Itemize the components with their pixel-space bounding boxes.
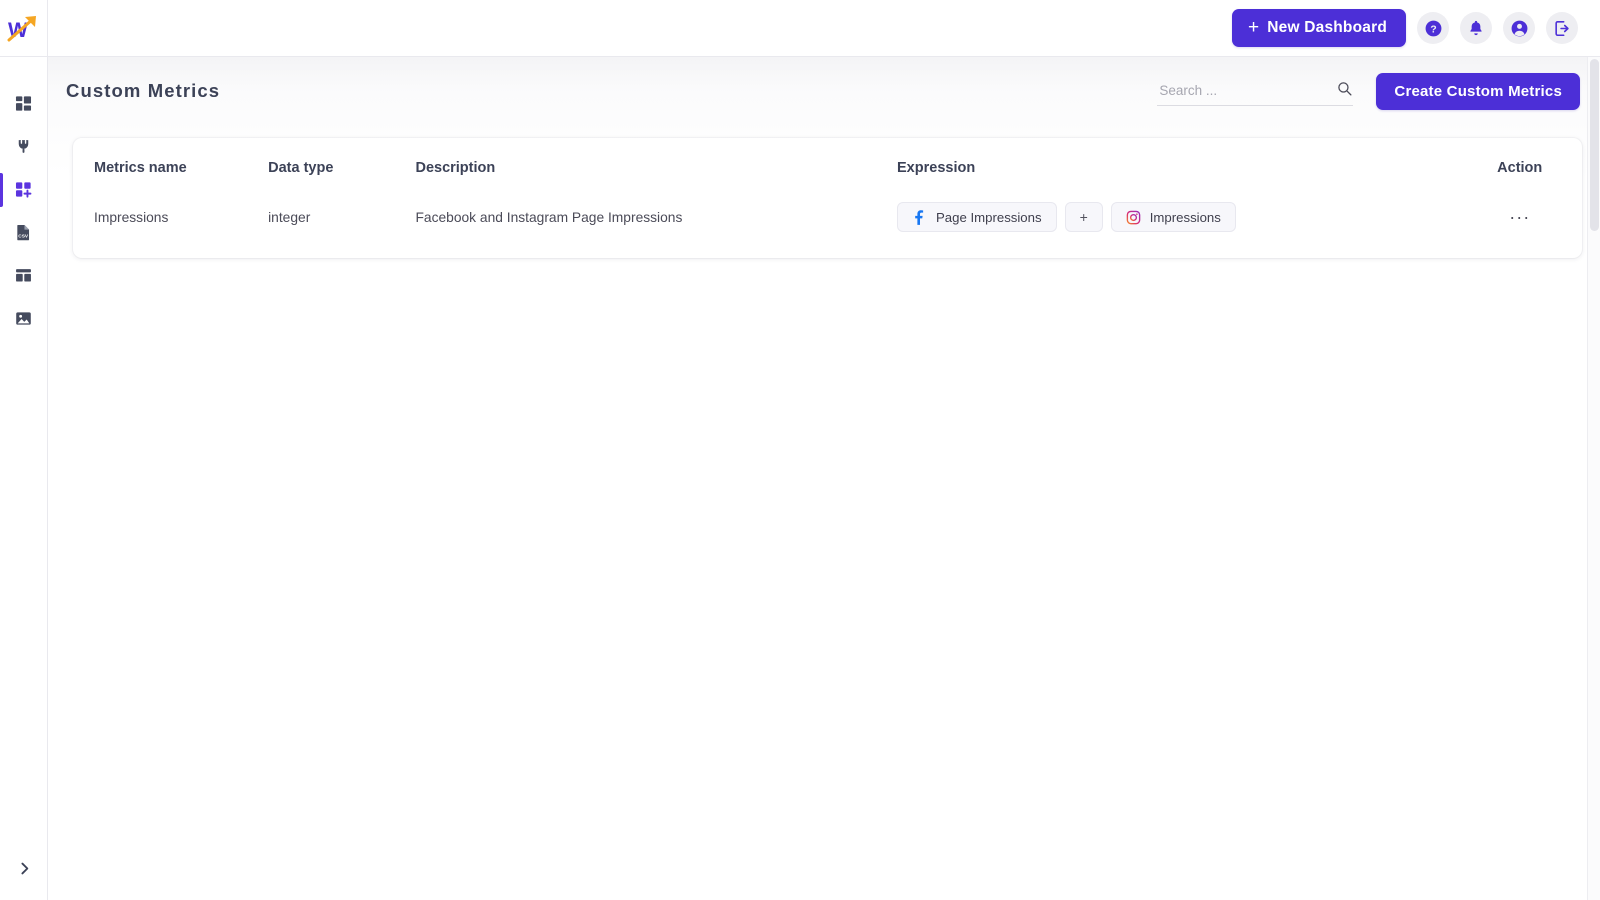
notifications-bell-icon (1470, 20, 1482, 36)
sidebar-item-dashboards[interactable] (0, 82, 47, 125)
search-icon (1338, 82, 1352, 96)
instagram-icon (1126, 210, 1141, 225)
sidebar-item-media[interactable] (0, 297, 47, 340)
custom-metrics-table: Metrics name Data type Description Expre… (73, 138, 1582, 258)
account-button[interactable] (1503, 12, 1535, 44)
logout-icon (1554, 20, 1569, 36)
new-dashboard-label: New Dashboard (1267, 19, 1387, 36)
search-box[interactable] (1157, 76, 1354, 106)
column-header-metrics-name: Metrics name (94, 160, 187, 176)
active-indicator (0, 216, 3, 250)
expression-chip-label: Page Impressions (936, 209, 1042, 225)
sidebar-items: CSV (0, 57, 47, 340)
w-arrow-logo: W (7, 16, 36, 42)
sidebar-item-custom-metrics[interactable] (0, 168, 47, 211)
page-header: Custom Metrics Create Custom Metrics (48, 57, 1600, 125)
sidebar-expand-button[interactable] (10, 854, 38, 882)
dashboard-grid-icon (15, 96, 32, 111)
expression-operator-label: + (1079, 209, 1088, 225)
page-scrollbar-thumb[interactable] (1590, 59, 1599, 231)
sidebar-item-templates[interactable] (0, 254, 47, 297)
page-scrollbar-track[interactable] (1587, 57, 1600, 900)
svg-text:CSV: CSV (18, 233, 29, 239)
main-content: Custom Metrics Create Custom Metrics Met… (48, 57, 1600, 900)
app-logo[interactable]: W (0, 0, 48, 57)
active-indicator (0, 259, 3, 293)
expression-operator-plus[interactable]: + (1064, 202, 1103, 232)
svg-text:?: ? (1430, 24, 1436, 35)
active-indicator (0, 302, 3, 336)
page-title: Custom Metrics (66, 80, 221, 101)
column-header-expression: Expression (897, 160, 976, 176)
sidebar-item-csv[interactable]: CSV (0, 211, 47, 254)
cell-description: Facebook and Instagram Page Impressions (415, 209, 683, 225)
cell-action: ··· (1457, 194, 1582, 258)
account-circle-icon (1511, 20, 1527, 36)
facebook-icon (912, 209, 927, 225)
search-input[interactable] (1157, 83, 1354, 98)
metrics-card: Metrics name Data type Description Expre… (73, 138, 1582, 258)
sidebar-item-connections[interactable] (0, 125, 47, 168)
expression-chip-facebook-page-impressions[interactable]: Page Impressions (897, 202, 1057, 232)
active-indicator (0, 172, 3, 207)
active-indicator (0, 130, 3, 164)
cell-metrics-name: Impressions (94, 209, 169, 225)
column-header-data-type: Data type (268, 160, 334, 176)
plug-icon (18, 140, 29, 153)
new-dashboard-button[interactable]: + New Dashboard (1231, 9, 1406, 47)
table-body: Impressions integer Facebook and Instagr… (73, 194, 1582, 258)
expression-chip-instagram-impressions[interactable]: Impressions (1110, 202, 1236, 232)
sidebar-bottom (0, 854, 48, 882)
layout-template-icon (16, 269, 31, 282)
top-bar: W + New Dashboard ? (0, 0, 1600, 57)
plus-icon: + (1247, 17, 1260, 38)
table-row: Impressions integer Facebook and Instagr… (73, 194, 1582, 258)
row-actions-menu-button[interactable]: ··· (1503, 208, 1536, 226)
logout-button[interactable] (1546, 12, 1578, 44)
top-bar-actions: + New Dashboard ? (1231, 9, 1600, 47)
active-indicator (0, 87, 3, 121)
image-icon (16, 312, 31, 325)
notifications-button[interactable] (1460, 12, 1492, 44)
cell-expression: Page Impressions + Impressions (897, 194, 1457, 258)
column-header-action: Action (1497, 160, 1543, 176)
help-icon: ? (1425, 20, 1441, 36)
csv-file-icon: CSV (17, 225, 30, 241)
sidebar-rail: CSV (0, 57, 48, 900)
help-button[interactable]: ? (1417, 12, 1449, 44)
expression-chips: Page Impressions + Impressions (897, 202, 1457, 232)
table-header-row: Metrics name Data type Description Expre… (73, 138, 1582, 194)
cell-data-type: integer (268, 209, 311, 225)
expression-chip-label: Impressions (1149, 209, 1221, 225)
chevron-right-icon (20, 862, 28, 874)
create-custom-metrics-button[interactable]: Create Custom Metrics (1376, 72, 1580, 110)
table-head: Metrics name Data type Description Expre… (73, 138, 1582, 194)
column-header-description: Description (415, 160, 496, 176)
search-button[interactable] (1336, 80, 1353, 97)
grid-plus-icon (15, 182, 32, 198)
